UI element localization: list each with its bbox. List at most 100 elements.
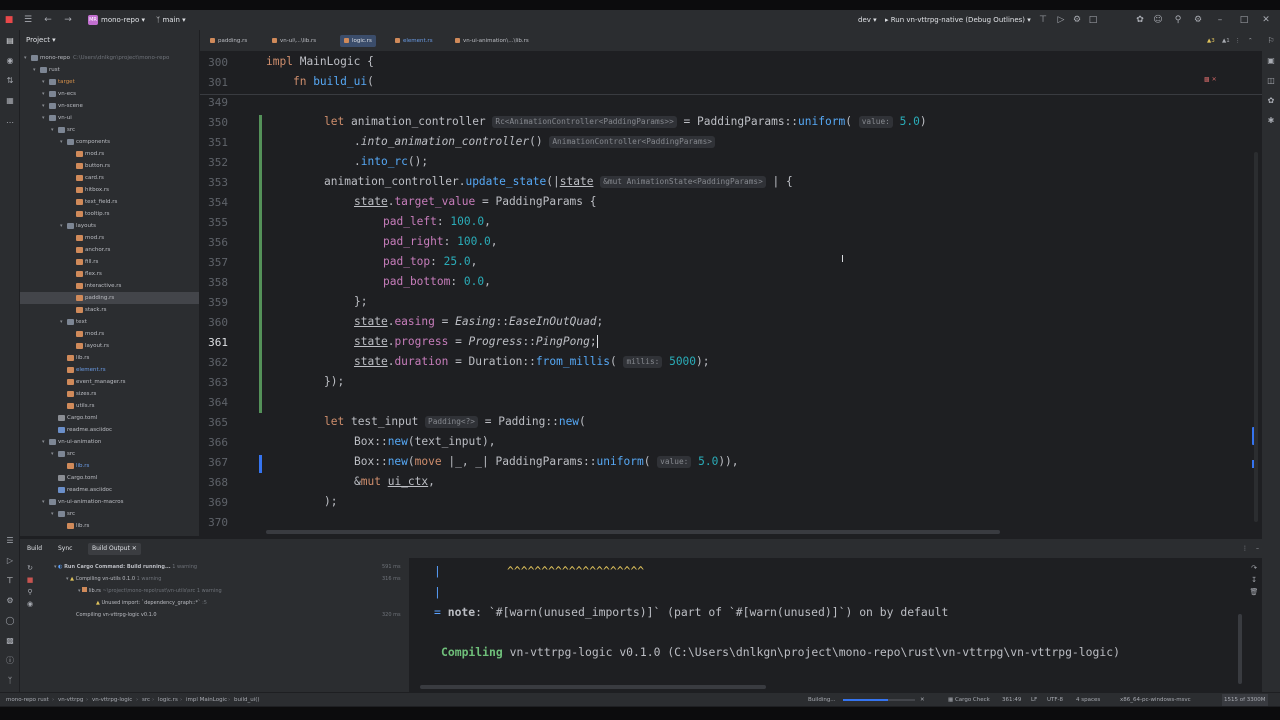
expand-chevron-icon[interactable]: ▾: [42, 88, 49, 100]
tab-vn-ui-lib-rs[interactable]: vn-ui\...\lib.rs: [272, 35, 316, 47]
maximize-icon[interactable]: □: [1238, 14, 1250, 26]
scroll-to-end-icon[interactable]: ↧: [1248, 574, 1260, 586]
debug-icon[interactable]: ⚙: [1071, 14, 1083, 26]
tree-folder[interactable]: ▾ mono-repo C:\Users\dnlkgn\project\mono-r…: [20, 52, 199, 64]
panel-options-icon[interactable]: ⋮: [1242, 543, 1248, 555]
more-tabs-icon[interactable]: ⋮: [1235, 35, 1241, 47]
tree-file[interactable]: hitbox.rs: [20, 184, 199, 196]
build-tree-row[interactable]: ▾ lib.rs ~\project\mono-repo\rust\vn-uti…: [78, 586, 222, 596]
tree-file[interactable]: card.rs: [20, 172, 199, 184]
tree-folder[interactable]: ▾ src: [20, 448, 199, 460]
expand-chevron-icon[interactable]: ▾: [60, 136, 67, 148]
expand-chevron-icon[interactable]: ▾: [60, 220, 67, 232]
build-tree-row[interactable]: Compiling vn-vttrpg-logic v0.1.0: [76, 610, 157, 620]
expand-chevron-icon[interactable]: ▾: [24, 52, 31, 64]
build-output-console[interactable]: | ^^^^^^^^^^^^^^^^^^^^ | = note: `#[warn…: [410, 558, 1262, 692]
expand-chevron-icon[interactable]: ▾: [33, 64, 40, 76]
tree-file[interactable]: Cargo.toml: [20, 412, 199, 424]
tree-folder[interactable]: ▾ vn-scene: [20, 100, 199, 112]
expand-chevron-icon[interactable]: ▾: [51, 508, 58, 520]
run-config-selector[interactable]: ▸ Run vn-vttrpg-native (Debug Outlines) …: [885, 14, 1031, 26]
tree-file[interactable]: button.rs: [20, 160, 199, 172]
tree-file[interactable]: element.rs: [20, 364, 199, 376]
terminal-tool-icon[interactable]: ▩: [4, 635, 16, 647]
tree-file[interactable]: interactive.rs: [20, 280, 199, 292]
hide-panel-icon[interactable]: –: [1256, 543, 1259, 555]
tree-folder[interactable]: ▾ vn-ecs: [20, 88, 199, 100]
build-tool-icon[interactable]: ⊤: [4, 575, 16, 587]
clear-output-icon[interactable]: 🗑: [1248, 586, 1260, 598]
soft-wrap-icon[interactable]: ↷: [1248, 562, 1260, 574]
tree-file[interactable]: Cargo.toml: [20, 472, 199, 484]
expand-chevron-icon[interactable]: ▾: [42, 436, 49, 448]
run-icon[interactable]: ▷: [1055, 14, 1067, 26]
tree-file[interactable]: readme.asciidoc: [20, 484, 199, 496]
project-selector[interactable]: MR mono-repo ▾: [88, 14, 145, 26]
tree-folder[interactable]: ▾ target: [20, 76, 199, 88]
account-icon[interactable]: ☺: [1152, 14, 1164, 26]
pull-requests-icon[interactable]: ⇅: [4, 75, 16, 87]
database-tool-icon[interactable]: ◫: [1265, 75, 1277, 87]
stop-build-icon[interactable]: ■: [24, 574, 36, 586]
tab-vn-ui-animation-lib-rs[interactable]: vn-ui-animation\...\lib.rs: [455, 35, 529, 47]
main-menu-icon[interactable]: ☰: [22, 14, 34, 26]
expand-chevron-icon[interactable]: ▾: [51, 448, 58, 460]
stop-icon[interactable]: □: [1087, 14, 1099, 26]
tab-padding-rs[interactable]: padding.rs: [210, 35, 247, 47]
expand-chevron-icon[interactable]: ▾: [42, 100, 49, 112]
search-icon[interactable]: ⚲: [1172, 14, 1184, 26]
tree-file[interactable]: utils.rs: [20, 400, 199, 412]
breadcrumb-item[interactable]: build_ui(): [234, 694, 260, 706]
problems-tool-icon[interactable]: ⓘ: [4, 655, 16, 667]
tree-folder[interactable]: ▾ text: [20, 316, 199, 328]
tree-file[interactable]: lib.rs: [20, 352, 199, 364]
indent-setting[interactable]: 4 spaces: [1076, 694, 1100, 706]
tree-file[interactable]: flex.rs: [20, 268, 199, 280]
breadcrumb-item[interactable]: src: [142, 694, 150, 706]
build-tree-row[interactable]: ▾ ◐ Run Cargo Command: Build running... …: [54, 562, 197, 572]
tree-folder[interactable]: ▾ vn-ui-animation: [20, 436, 199, 448]
breadcrumb-item[interactable]: rust: [38, 694, 49, 706]
build-tree-row[interactable]: ▲ Unused import: `dependency_graph::*` :…: [96, 598, 207, 608]
close-icon[interactable]: ✕: [1260, 14, 1272, 26]
tree-file[interactable]: lib.rs: [20, 460, 199, 472]
expand-chevron-icon[interactable]: ▾: [42, 76, 49, 88]
build-tree-row[interactable]: ▾ ▲ Compiling vn-utils 0.1.0 1 warning: [66, 574, 161, 584]
tree-file[interactable]: mod.rs: [20, 328, 199, 340]
ai-assistant-icon[interactable]: ✿: [1134, 14, 1146, 26]
settings-gear-icon[interactable]: ⚙: [1192, 14, 1204, 26]
breadcrumb-item[interactable]: impl MainLogic: [186, 694, 227, 706]
editor-horizontal-scrollbar[interactable]: [266, 530, 1000, 534]
tab-element-rs[interactable]: element.rs: [395, 35, 433, 47]
cargo-check-widget[interactable]: ▦ Cargo Check: [948, 694, 990, 706]
structure-tool-icon[interactable]: ▦: [4, 95, 16, 107]
tree-file[interactable]: anchor.rs: [20, 244, 199, 256]
tree-folder[interactable]: ▾ src: [20, 508, 199, 520]
inspection-warnings[interactable]: ▲3: [1207, 35, 1215, 47]
rerun-icon[interactable]: ↻: [24, 562, 36, 574]
commit-tool-icon[interactable]: ◉: [4, 55, 16, 67]
expand-chevron-icon[interactable]: ▾: [42, 496, 49, 508]
build-hammer-icon[interactable]: ⊤: [1037, 14, 1049, 26]
tab-sync[interactable]: Sync: [58, 543, 72, 555]
tree-file[interactable]: padding.rs: [20, 292, 199, 304]
back-arrow-icon[interactable]: ←: [42, 14, 54, 26]
tree-folder[interactable]: ▾ vn-ui: [20, 112, 199, 124]
sticky-action-icons[interactable]: ▩ ✕: [1204, 74, 1217, 86]
cargo-tool-icon[interactable]: ▣: [1265, 55, 1277, 67]
plugin-tool-icon[interactable]: ✱: [1265, 115, 1277, 127]
tree-file[interactable]: mod.rs: [20, 148, 199, 160]
pin-icon[interactable]: ⚲: [24, 586, 36, 598]
tree-file[interactable]: layout.rs: [20, 340, 199, 352]
tab-logic-rs[interactable]: logic.rs: [340, 35, 376, 47]
debug-tool-icon[interactable]: ⚙: [4, 595, 16, 607]
structure-list-icon[interactable]: ☰: [4, 535, 16, 547]
forward-arrow-icon[interactable]: →: [62, 14, 74, 26]
breadcrumb-item[interactable]: vn-vttrpg: [58, 694, 83, 706]
branch-selector[interactable]: ᛉ main ▾: [156, 14, 186, 26]
more-tools-icon[interactable]: ⋯: [4, 117, 16, 129]
output-horizontal-scrollbar[interactable]: [420, 685, 766, 689]
memory-indicator[interactable]: 1515 of 3300M: [1222, 694, 1268, 706]
profile-selector[interactable]: dev ▾: [858, 14, 877, 26]
close-tab-icon[interactable]: ✕: [132, 545, 137, 552]
